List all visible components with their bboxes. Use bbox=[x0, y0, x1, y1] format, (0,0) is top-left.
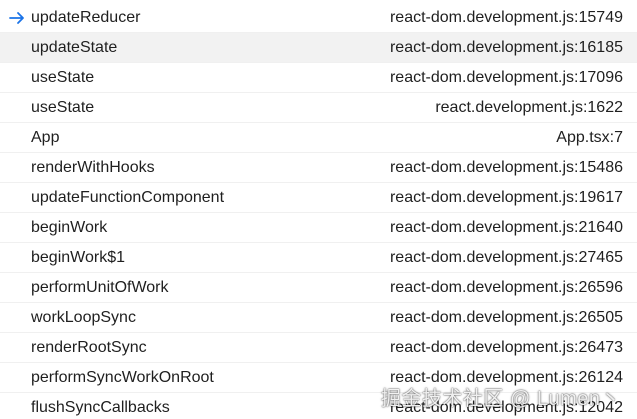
frame-function-name: flushSyncCallbacks bbox=[31, 399, 170, 416]
frame-function-name: beginWork bbox=[31, 219, 108, 236]
frame-function-name: updateState bbox=[31, 39, 118, 56]
frame-source-location[interactable]: react-dom.development.js:26473 bbox=[390, 333, 623, 363]
frame-function-name: renderRootSync bbox=[31, 339, 147, 356]
stack-frame-row-1[interactable]: updateState react-dom.development.js:161… bbox=[0, 33, 637, 63]
stack-frame-row-8[interactable]: beginWork$1 react-dom.development.js:274… bbox=[0, 243, 637, 273]
stack-frame-row-6[interactable]: updateFunctionComponent react-dom.develo… bbox=[0, 183, 637, 213]
frame-source-location[interactable]: react-dom.development.js:26596 bbox=[390, 273, 623, 303]
frame-source-location[interactable]: App.tsx:7 bbox=[556, 123, 623, 153]
frame-source-location[interactable]: react-dom.development.js:26505 bbox=[390, 303, 623, 333]
frame-source-location[interactable]: react-dom.development.js:16185 bbox=[390, 33, 623, 63]
frame-source-location[interactable]: react-dom.development.js:27465 bbox=[390, 243, 623, 273]
frame-function-name: performSyncWorkOnRoot bbox=[31, 369, 214, 386]
frame-source-location[interactable]: react-dom.development.js:15486 bbox=[390, 153, 623, 183]
frame-source-location[interactable]: react-dom.development.js:21640 bbox=[390, 213, 623, 243]
frame-function-name: App bbox=[31, 129, 60, 146]
frame-function-name: performUnitOfWork bbox=[31, 279, 169, 296]
call-stack-list: updateReducer react-dom.development.js:1… bbox=[0, 3, 637, 419]
frame-function-name: beginWork$1 bbox=[31, 249, 125, 266]
stack-frame-row-3[interactable]: useState react.development.js:1622 bbox=[0, 93, 637, 123]
stack-frame-row-9[interactable]: performUnitOfWork react-dom.development.… bbox=[0, 273, 637, 303]
frame-function-name: updateFunctionComponent bbox=[31, 189, 225, 206]
frame-source-location[interactable]: react-dom.development.js:17096 bbox=[390, 63, 623, 93]
frame-function-name: updateReducer bbox=[31, 9, 141, 26]
stack-frame-row-11[interactable]: renderRootSync react-dom.development.js:… bbox=[0, 333, 637, 363]
arrow-right-icon bbox=[8, 9, 26, 27]
frame-source-location[interactable]: react.development.js:1622 bbox=[435, 93, 623, 123]
frame-function-name: useState bbox=[31, 69, 95, 86]
frame-source-location[interactable]: react-dom.development.js:15749 bbox=[390, 3, 623, 33]
frame-source-location[interactable]: react-dom.development.js:19617 bbox=[390, 183, 623, 213]
frame-function-name: renderWithHooks bbox=[31, 159, 155, 176]
stack-frame-row-0[interactable]: updateReducer react-dom.development.js:1… bbox=[0, 3, 637, 33]
stack-frame-row-2[interactable]: useState react-dom.development.js:17096 bbox=[0, 63, 637, 93]
stack-frame-row-7[interactable]: beginWork react-dom.development.js:21640 bbox=[0, 213, 637, 243]
frame-function-name: useState bbox=[31, 99, 95, 116]
watermark-text: 掘金技术社区 @ Lumen丶 bbox=[380, 388, 621, 410]
stack-frame-row-5[interactable]: renderWithHooks react-dom.development.js… bbox=[0, 153, 637, 183]
stack-frame-row-4[interactable]: App App.tsx:7 bbox=[0, 123, 637, 153]
frame-function-name: workLoopSync bbox=[31, 309, 136, 326]
stack-frame-row-10[interactable]: workLoopSync react-dom.development.js:26… bbox=[0, 303, 637, 333]
